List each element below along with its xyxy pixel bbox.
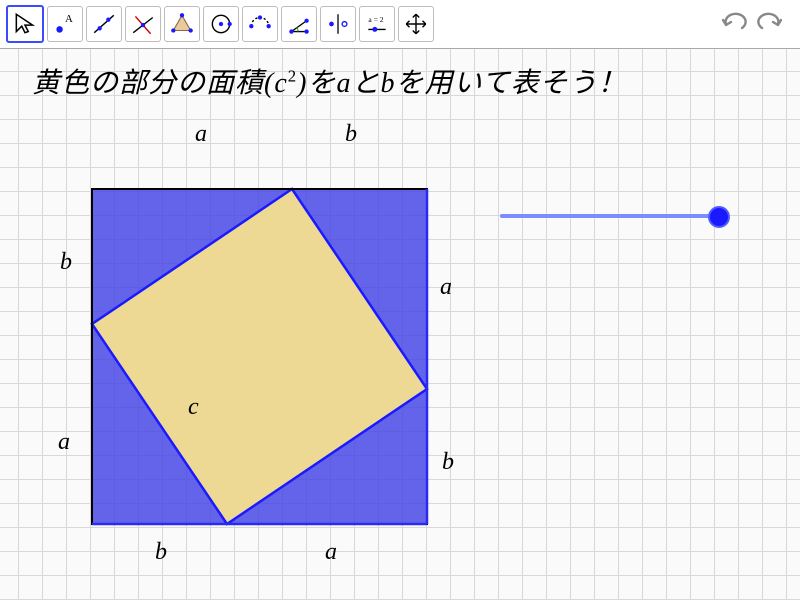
label-right-a: a: [440, 274, 452, 301]
tool-slider[interactable]: a = 2: [359, 6, 395, 42]
svg-text:A: A: [65, 13, 73, 25]
tool-line[interactable]: [86, 6, 122, 42]
label-bottom-b: b: [155, 539, 167, 566]
undo-redo-group: [720, 10, 794, 39]
label-top-b: b: [345, 121, 357, 148]
label-c: c: [188, 394, 199, 421]
label-left-b: b: [60, 249, 72, 276]
undo-button[interactable]: [720, 10, 748, 39]
slider-thumb[interactable]: [708, 206, 730, 228]
label-right-b: b: [442, 449, 454, 476]
tool-angle[interactable]: [281, 6, 317, 42]
tool-reflect[interactable]: [320, 6, 356, 42]
pythagoras-figure: [90, 159, 430, 559]
tool-circle-center[interactable]: [203, 6, 239, 42]
redo-button[interactable]: [756, 10, 784, 39]
tool-polygon[interactable]: [164, 6, 200, 42]
tool-translate[interactable]: [398, 6, 434, 42]
label-bottom-a: a: [325, 539, 337, 566]
tool-perpendicular[interactable]: [125, 6, 161, 42]
problem-title: 黄色の部分の面積(c2)をaとbを用いて表そう！: [32, 61, 627, 101]
slider-track: [500, 214, 715, 218]
label-left-a: a: [58, 429, 70, 456]
svg-text:a = 2: a = 2: [368, 15, 383, 24]
tool-point-text[interactable]: A: [47, 6, 83, 42]
animation-slider[interactable]: [500, 204, 735, 228]
toolbar: A a = 2: [0, 0, 800, 49]
graphics-view[interactable]: 黄色の部分の面積(c2)をaとbを用いて表そう！ a b b a a b b a…: [0, 49, 800, 600]
label-top-a: a: [195, 121, 207, 148]
tool-move[interactable]: [6, 5, 44, 43]
tool-circle-3pts[interactable]: [242, 6, 278, 42]
